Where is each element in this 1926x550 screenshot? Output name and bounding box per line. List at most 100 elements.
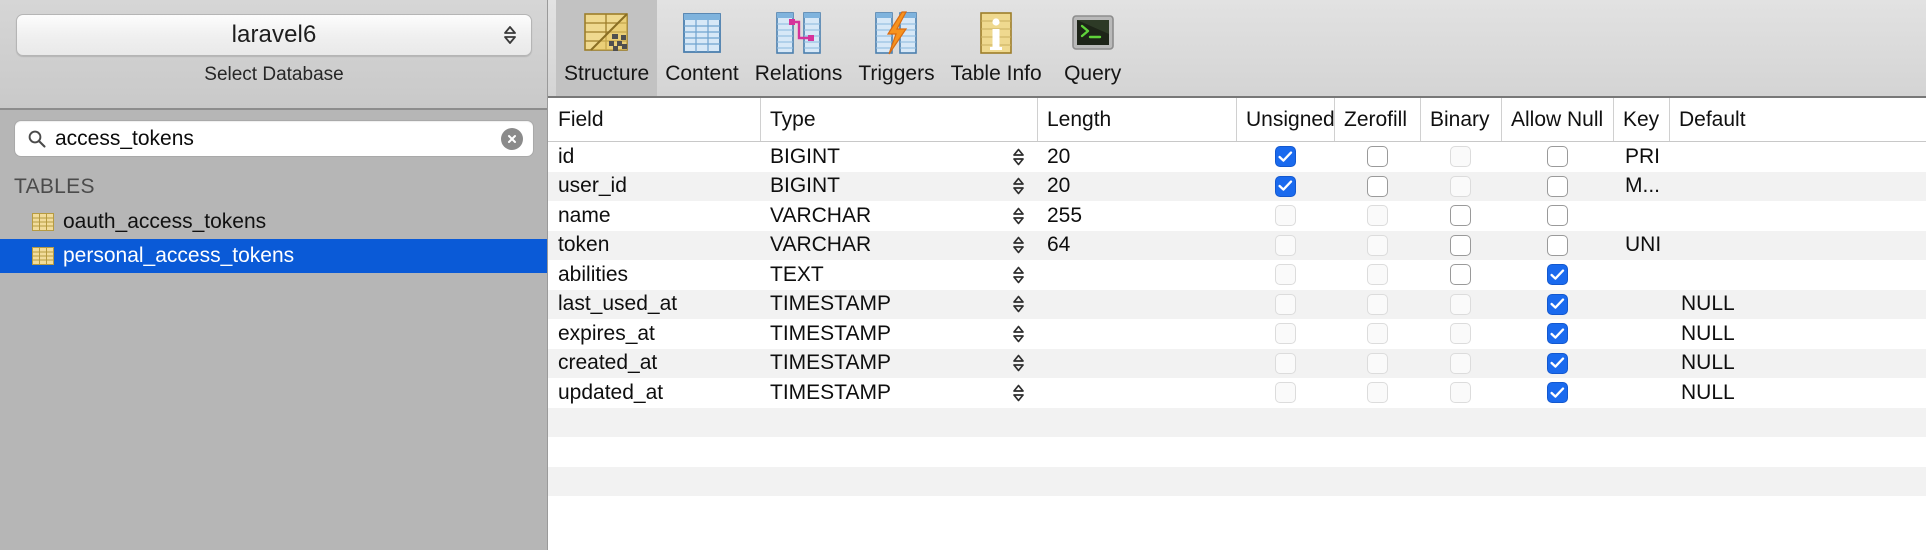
cell-zerofill[interactable] <box>1334 378 1420 408</box>
cell-type[interactable]: VARCHAR <box>760 231 1037 261</box>
table-row[interactable]: updated_at TIMESTAMP NULL <box>548 378 1926 408</box>
cell-allow-null[interactable] <box>1501 142 1613 172</box>
cell-unsigned[interactable] <box>1236 172 1334 202</box>
type-stepper-icon[interactable] <box>1012 236 1025 255</box>
unsigned-checkbox[interactable] <box>1274 382 1296 404</box>
cell-key[interactable]: PRI <box>1613 142 1669 172</box>
unsigned-checkbox[interactable] <box>1274 293 1296 315</box>
cell-zerofill[interactable] <box>1334 290 1420 320</box>
cell-unsigned[interactable] <box>1236 201 1334 231</box>
cell-allow-null[interactable] <box>1501 201 1613 231</box>
cell-allow-null[interactable] <box>1501 290 1613 320</box>
cell-field[interactable]: created_at <box>548 349 760 379</box>
type-stepper-icon[interactable] <box>1012 354 1025 373</box>
cell-default[interactable]: NULL <box>1669 349 1926 379</box>
cell-allow-null[interactable] <box>1501 349 1613 379</box>
cell-type[interactable]: TIMESTAMP <box>760 378 1037 408</box>
column-header-unsigned[interactable]: Unsigned <box>1236 98 1334 141</box>
binary-checkbox[interactable] <box>1450 205 1471 227</box>
table-row[interactable]: user_id BIGINT 20 M... <box>548 171 1926 202</box>
unsigned-checkbox[interactable] <box>1274 205 1296 227</box>
cell-length[interactable] <box>1037 290 1236 320</box>
cell-allow-null[interactable] <box>1501 319 1613 349</box>
binary-checkbox[interactable] <box>1450 264 1471 286</box>
column-header-allow-null[interactable]: Allow Null <box>1501 98 1613 141</box>
column-header-field[interactable]: Field <box>548 98 760 141</box>
cell-unsigned[interactable] <box>1236 349 1334 379</box>
cell-field[interactable]: token <box>548 231 760 261</box>
search-input-value[interactable]: access_tokens <box>55 127 501 151</box>
cell-type[interactable]: VARCHAR <box>760 201 1037 231</box>
binary-checkbox[interactable] <box>1450 146 1471 168</box>
column-header-zerofill[interactable]: Zerofill <box>1334 98 1420 141</box>
cell-type[interactable]: TIMESTAMP <box>760 349 1037 379</box>
clear-circle-icon[interactable] <box>501 127 523 150</box>
table-row[interactable]: name VARCHAR 255 <box>548 201 1926 231</box>
type-stepper-icon[interactable] <box>1012 206 1025 225</box>
cell-key[interactable] <box>1613 201 1669 231</box>
cell-key[interactable] <box>1613 319 1669 349</box>
unsigned-checkbox[interactable] <box>1274 175 1296 197</box>
binary-checkbox[interactable] <box>1450 234 1471 256</box>
cell-key[interactable]: UNI <box>1613 231 1669 261</box>
cell-field[interactable]: last_used_at <box>548 290 760 320</box>
cell-type[interactable]: TEXT <box>760 260 1037 290</box>
cell-unsigned[interactable] <box>1236 319 1334 349</box>
table-row[interactable]: created_at TIMESTAMP NULL <box>548 348 1926 379</box>
cell-type[interactable]: BIGINT <box>760 172 1037 202</box>
cell-unsigned[interactable] <box>1236 290 1334 320</box>
zerofill-checkbox[interactable] <box>1366 234 1388 256</box>
cell-default[interactable]: NULL <box>1669 378 1926 408</box>
cell-field[interactable]: id <box>548 142 760 172</box>
table-row[interactable]: id BIGINT 20 PRI <box>548 142 1926 172</box>
cell-unsigned[interactable] <box>1236 378 1334 408</box>
cell-binary[interactable] <box>1420 319 1501 349</box>
cell-zerofill[interactable] <box>1334 319 1420 349</box>
zerofill-checkbox[interactable] <box>1366 264 1388 286</box>
type-stepper-icon[interactable] <box>1012 295 1025 314</box>
unsigned-checkbox[interactable] <box>1274 352 1296 374</box>
cell-length[interactable]: 64 <box>1037 231 1236 261</box>
cell-length[interactable]: 255 <box>1037 201 1236 231</box>
cell-key[interactable] <box>1613 349 1669 379</box>
unsigned-checkbox[interactable] <box>1274 264 1296 286</box>
cell-binary[interactable] <box>1420 231 1501 261</box>
cell-zerofill[interactable] <box>1334 142 1420 172</box>
cell-unsigned[interactable] <box>1236 260 1334 290</box>
database-select[interactable]: laravel6 <box>16 14 532 56</box>
zerofill-checkbox[interactable] <box>1366 205 1388 227</box>
tab-content[interactable]: Content <box>657 0 747 96</box>
tab-relations[interactable]: Relations <box>747 0 851 96</box>
cell-default[interactable]: NULL <box>1669 290 1926 320</box>
cell-length[interactable] <box>1037 378 1236 408</box>
cell-field[interactable]: name <box>548 201 760 231</box>
cell-zerofill[interactable] <box>1334 260 1420 290</box>
cell-default[interactable] <box>1669 172 1926 202</box>
cell-binary[interactable] <box>1420 172 1501 202</box>
zerofill-checkbox[interactable] <box>1366 293 1388 315</box>
cell-default[interactable]: NULL <box>1669 319 1926 349</box>
binary-checkbox[interactable] <box>1450 382 1471 404</box>
cell-default[interactable] <box>1669 231 1926 261</box>
cell-binary[interactable] <box>1420 290 1501 320</box>
cell-key[interactable] <box>1613 378 1669 408</box>
cell-allow-null[interactable] <box>1501 260 1613 290</box>
cell-field[interactable]: updated_at <box>548 378 760 408</box>
stepper-updown-icon[interactable] <box>503 25 517 45</box>
cell-binary[interactable] <box>1420 142 1501 172</box>
zerofill-checkbox[interactable] <box>1366 146 1388 168</box>
cell-type[interactable]: BIGINT <box>760 142 1037 172</box>
cell-unsigned[interactable] <box>1236 142 1334 172</box>
cell-key[interactable]: M... <box>1613 172 1669 202</box>
zerofill-checkbox[interactable] <box>1366 352 1388 374</box>
allow-null-checkbox[interactable] <box>1546 175 1568 197</box>
table-search-field[interactable]: access_tokens <box>14 120 534 157</box>
allow-null-checkbox[interactable] <box>1546 234 1568 256</box>
allow-null-checkbox[interactable] <box>1546 205 1568 227</box>
cell-key[interactable] <box>1613 290 1669 320</box>
tab-triggers[interactable]: Triggers <box>850 0 942 96</box>
unsigned-checkbox[interactable] <box>1274 323 1296 345</box>
cell-allow-null[interactable] <box>1501 172 1613 202</box>
column-header-binary[interactable]: Binary <box>1420 98 1501 141</box>
binary-checkbox[interactable] <box>1450 293 1471 315</box>
